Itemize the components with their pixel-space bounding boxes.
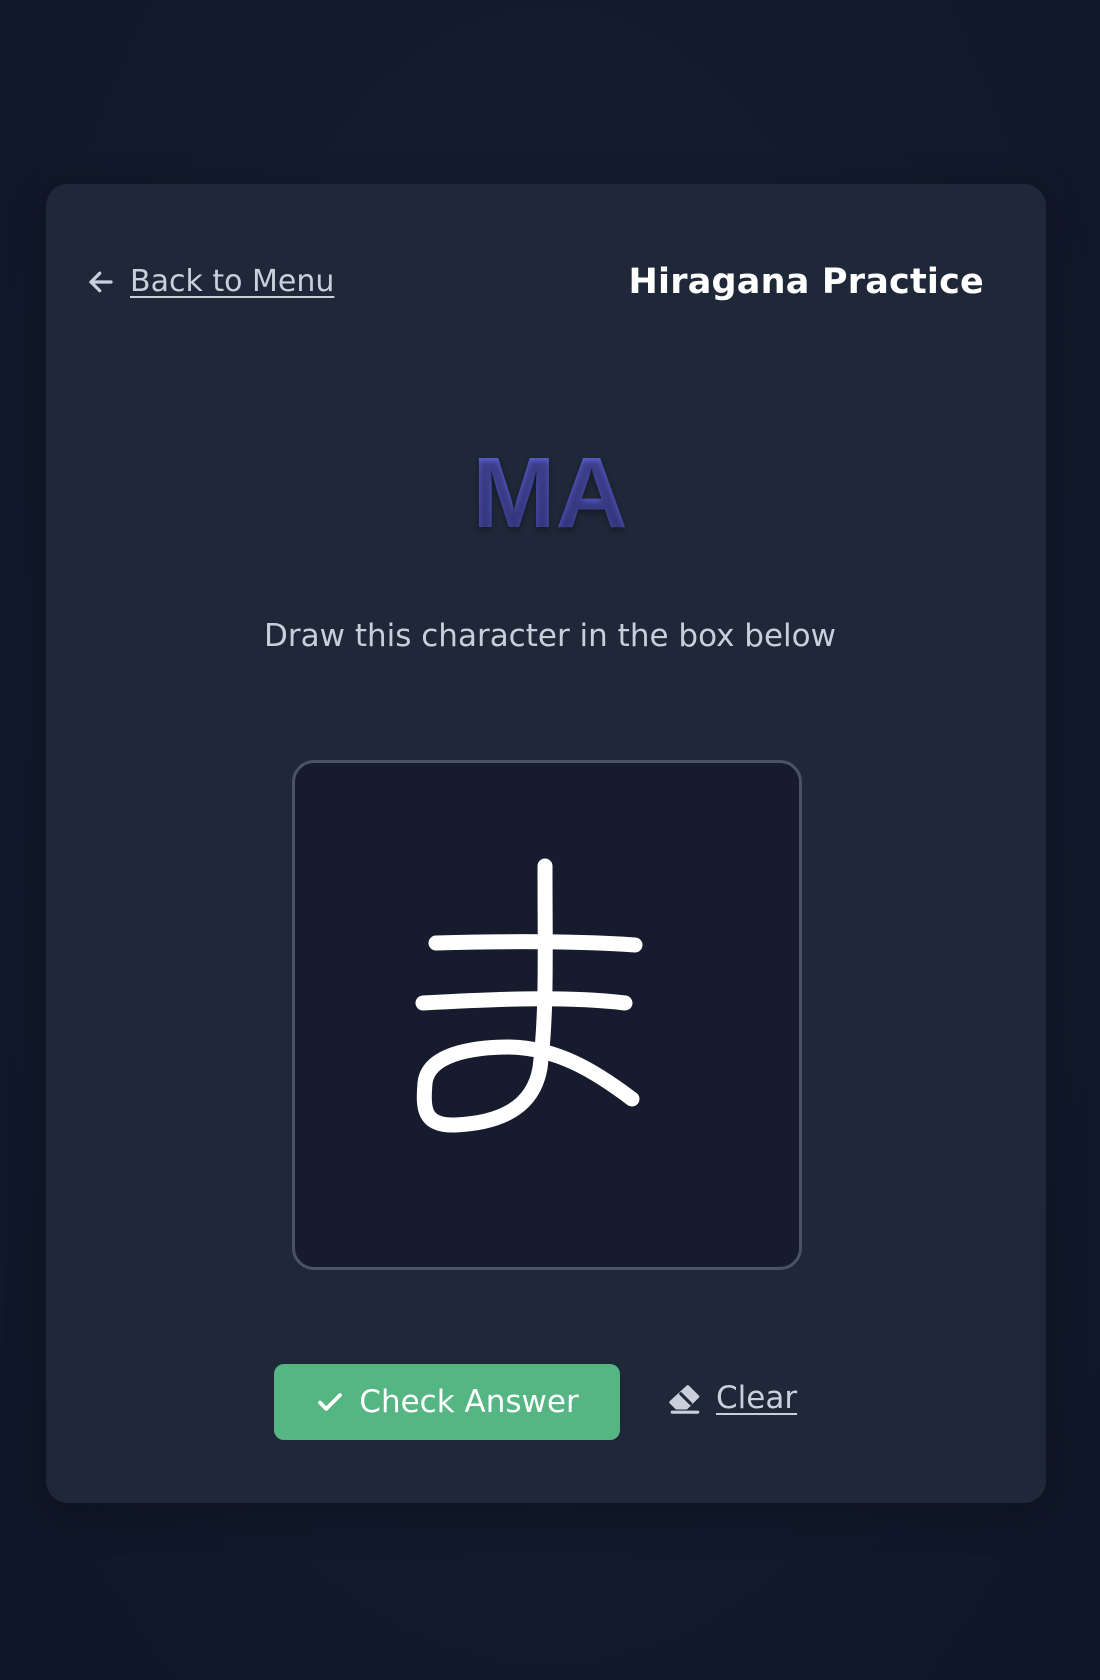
back-to-menu-link[interactable]: Back to Menu — [86, 264, 334, 299]
arrow-left-icon — [86, 267, 116, 297]
clear-button[interactable]: Clear — [668, 1380, 797, 1416]
check-icon — [315, 1387, 345, 1417]
eraser-icon — [668, 1381, 702, 1415]
drawing-canvas[interactable] — [292, 760, 802, 1270]
target-romaji: MA — [0, 438, 1100, 548]
drawn-strokes — [415, 858, 643, 1133]
back-to-menu-label: Back to Menu — [130, 264, 335, 299]
check-answer-button[interactable]: Check Answer — [274, 1364, 620, 1440]
check-answer-label: Check Answer — [359, 1384, 579, 1420]
instruction-text: Draw this character in the box below — [264, 618, 836, 654]
page-title: Hiragana Practice — [628, 262, 984, 302]
clear-label: Clear — [716, 1380, 798, 1416]
